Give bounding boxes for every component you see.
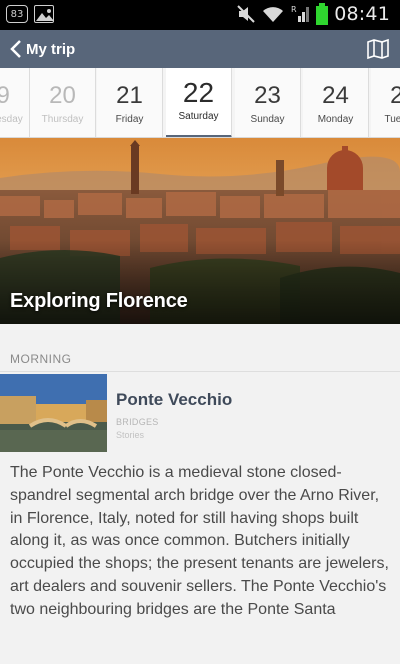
date-number: 20 [49,82,76,109]
date-day: Saturday [178,111,219,122]
app-screen: 83 R 08:41 My trip sday 20 Thursday 21 F… [0,0,400,664]
wifi-icon [263,7,284,22]
mute-icon [237,5,255,23]
date-picker-strip[interactable]: 19 Wednesday 20 Thursday 21 Friday 22 Sa… [0,68,400,138]
date-cell[interactable]: 20 Thursday [30,68,96,137]
place-category: BRIDGES [116,417,159,427]
date-day: Wednesday [0,114,23,125]
back-chevron-icon [10,40,21,58]
date-number: 25 [371,82,400,110]
svg-text:R: R [291,5,297,14]
ponte-vecchio-image [0,374,107,452]
status-left: 83 [6,5,54,23]
date-cell[interactable]: 21 Friday [97,68,163,137]
date-number: 24 [322,82,349,109]
date-day: Tuesday [384,114,400,125]
date-number: 22 [182,77,215,108]
clock: 08:41 [334,3,390,25]
map-button[interactable] [366,37,390,61]
map-icon [367,38,389,60]
hero-banner[interactable]: Exploring Florence [0,138,400,324]
status-right: R 08:41 [236,3,390,25]
date-day: Sunday [250,114,285,125]
back-button[interactable]: My trip [10,37,75,61]
date-day: Monday [317,114,354,125]
date-cell[interactable]: 19 Wednesday [0,68,30,137]
place-card[interactable]: Ponte Vecchio BRIDGES Stories [0,372,400,456]
place-name: Ponte Vecchio [116,390,233,409]
image-notification-icon [34,5,54,23]
section-label: MORNING [10,352,72,366]
status-bar: 83 R 08:41 [0,0,400,30]
signal-icon: R [291,5,310,22]
date-number: 21 [116,82,143,109]
date-number: 23 [254,82,281,109]
place-thumbnail [0,374,107,452]
place-description: The Ponte Vecchio is a medieval stone cl… [10,464,389,618]
date-day: Friday [115,114,144,125]
notification-badge-icon: 83 [6,5,28,23]
notification-count: 83 [10,8,24,20]
date-day: Thursday [41,114,84,125]
section-header: MORNING [0,340,400,372]
battery-icon [316,3,329,25]
hero-title: Exploring Florence [10,290,188,312]
date-cell[interactable]: 25 Tuesday [371,68,400,137]
date-number: 19 [0,82,29,110]
action-bar: My trip [0,30,400,68]
back-label: My trip [26,40,76,58]
date-cell[interactable]: 23 Sunday [235,68,301,137]
date-cell[interactable]: 24 Monday [303,68,369,137]
date-cell-selected[interactable]: 22 Saturday [166,68,232,137]
place-subtitle: Stories [116,430,145,440]
